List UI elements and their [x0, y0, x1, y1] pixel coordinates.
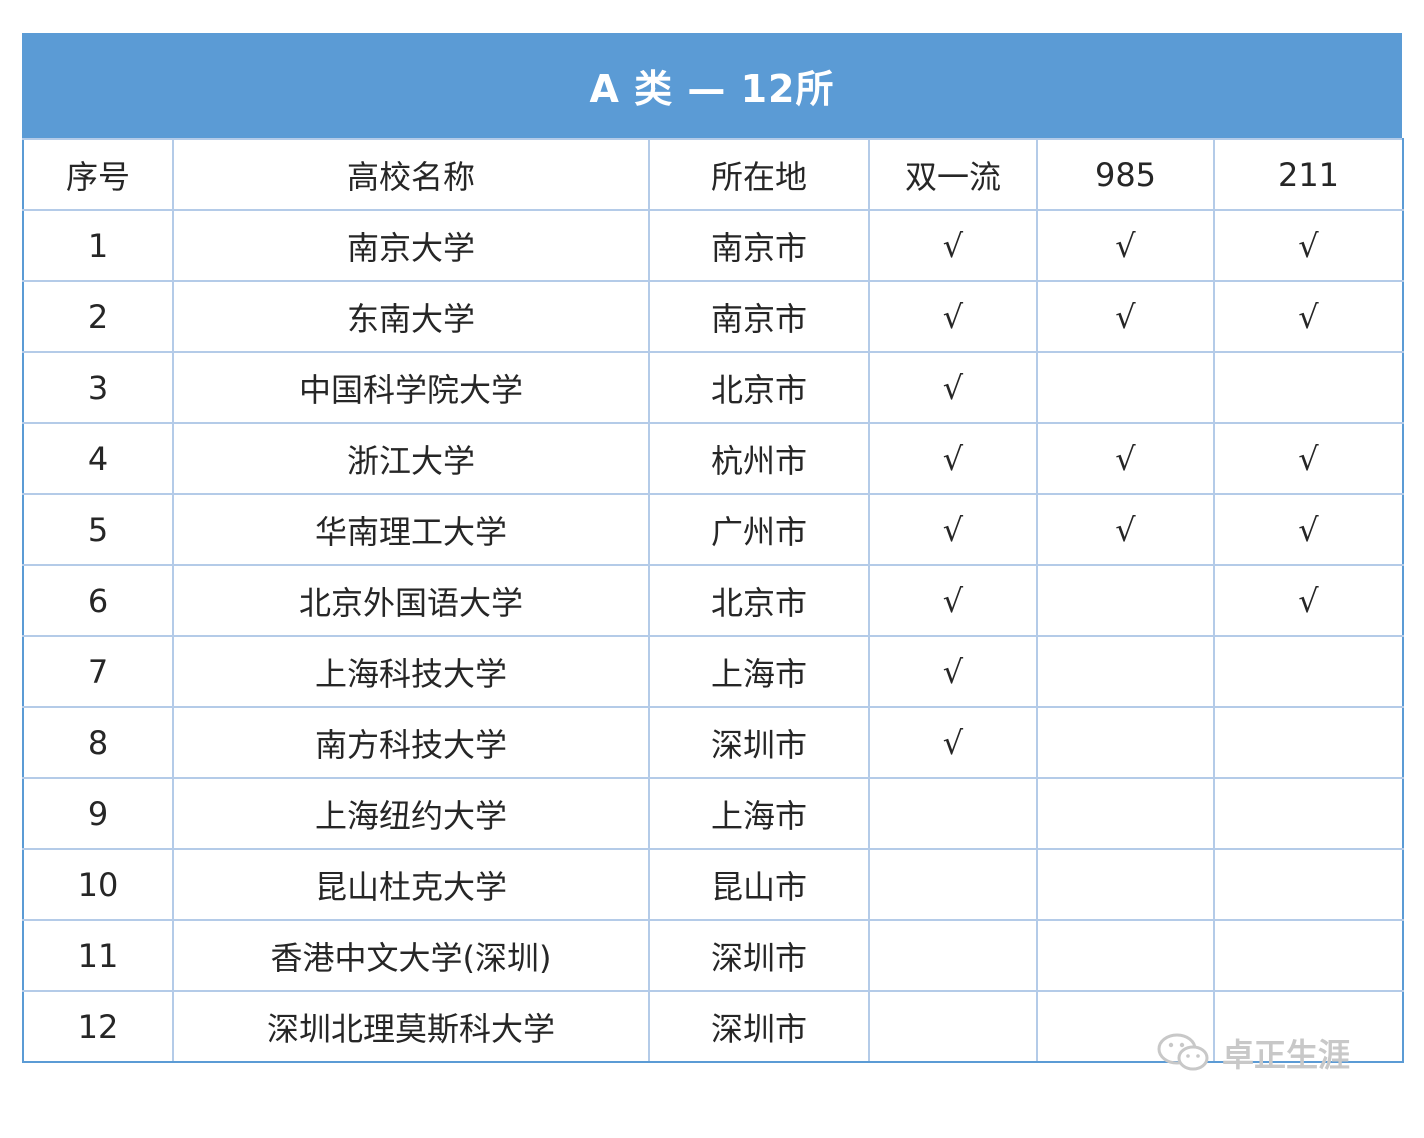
cell-location: 上海市: [648, 635, 870, 708]
table-row: 4 浙江大学 杭州市 √ √ √: [22, 422, 1404, 495]
header-row: 序号 高校名称 所在地 双一流 985 211: [22, 138, 1404, 211]
cell-location: 昆山市: [648, 848, 870, 921]
cell-location: 上海市: [648, 777, 870, 850]
cell-index: 12: [22, 990, 174, 1063]
cell-location: 深圳市: [648, 919, 870, 992]
header-cell-location: 所在地: [648, 138, 870, 211]
cell-211: √: [1213, 280, 1404, 353]
cell-school-name: 香港中文大学(深圳): [172, 919, 650, 992]
cell-index: 1: [22, 209, 174, 282]
school-table-container: A 类 — 12所 序号 高校名称 所在地 双一流 985 211 1 南京大学南…: [22, 33, 1404, 1063]
cell-double-first-class: √: [868, 422, 1038, 495]
cell-school-name: 浙江大学: [172, 422, 650, 495]
cell-211: [1213, 635, 1404, 708]
cell-985: √: [1036, 280, 1215, 353]
cell-985: [1036, 848, 1215, 921]
cell-school-name: 南京大学: [172, 209, 650, 282]
header-cell-211: 211: [1213, 138, 1404, 211]
table-row: 3 中国科学院大学 北京市 √: [22, 351, 1404, 424]
cell-985: [1036, 564, 1215, 637]
cell-985: [1036, 351, 1215, 424]
cell-index: 5: [22, 493, 174, 566]
cell-double-first-class: √: [868, 493, 1038, 566]
cell-school-name: 中国科学院大学: [172, 351, 650, 424]
cell-school-name: 深圳北理莫斯科大学: [172, 990, 650, 1063]
cell-school-name: 北京外国语大学: [172, 564, 650, 637]
cell-index: 7: [22, 635, 174, 708]
cell-location: 南京市: [648, 209, 870, 282]
cell-index: 3: [22, 351, 174, 424]
cell-double-first-class: √: [868, 635, 1038, 708]
header-cell-name: 高校名称: [172, 138, 650, 211]
school-table: 序号 高校名称 所在地 双一流 985 211 1 南京大学 南京市 √ √ √ 2 东南大学…: [22, 138, 1404, 1063]
table-row: 7 上海科技大学 上海市 √: [22, 635, 1404, 708]
cell-index: 6: [22, 564, 174, 637]
cell-985: [1036, 990, 1215, 1063]
cell-school-name: 南方科技大学: [172, 706, 650, 779]
cell-index: 2: [22, 280, 174, 353]
cell-index: 4: [22, 422, 174, 495]
table-row: 11 香港中文大学(深圳) 深圳市: [22, 919, 1404, 992]
cell-location: 北京市: [648, 351, 870, 424]
header-cell-985: 985: [1036, 138, 1215, 211]
cell-location: 北京市: [648, 564, 870, 637]
cell-index: 9: [22, 777, 174, 850]
cell-211: [1213, 990, 1404, 1063]
cell-index: 8: [22, 706, 174, 779]
table-row: 1 南京大学 南京市 √ √ √: [22, 209, 1404, 282]
cell-211: √: [1213, 209, 1404, 282]
cell-211: [1213, 706, 1404, 779]
cell-school-name: 上海纽约大学: [172, 777, 650, 850]
cell-985: [1036, 777, 1215, 850]
cell-school-name: 上海科技大学: [172, 635, 650, 708]
table-row: 2 东南大学 南京市 √ √ √: [22, 280, 1404, 353]
cell-985: [1036, 706, 1215, 779]
cell-location: 杭州市: [648, 422, 870, 495]
cell-location: 深圳市: [648, 990, 870, 1063]
cell-211: √: [1213, 564, 1404, 637]
cell-school-name: 昆山杜克大学: [172, 848, 650, 921]
table-row: 10 昆山杜克大学 昆山市: [22, 848, 1404, 921]
cell-double-first-class: √: [868, 280, 1038, 353]
cell-985: √: [1036, 422, 1215, 495]
cell-211: [1213, 777, 1404, 850]
cell-double-first-class: [868, 777, 1038, 850]
cell-location: 南京市: [648, 280, 870, 353]
table-row: 5 华南理工大学 广州市 √ √ √: [22, 493, 1404, 566]
cell-school-name: 东南大学: [172, 280, 650, 353]
cell-211: [1213, 351, 1404, 424]
cell-double-first-class: √: [868, 209, 1038, 282]
cell-double-first-class: [868, 848, 1038, 921]
cell-location: 深圳市: [648, 706, 870, 779]
table-row: 12 深圳北理莫斯科大学 深圳市: [22, 990, 1404, 1063]
cell-school-name: 华南理工大学: [172, 493, 650, 566]
cell-double-first-class: √: [868, 706, 1038, 779]
table-row: 9 上海纽约大学 上海市: [22, 777, 1404, 850]
cell-index: 10: [22, 848, 174, 921]
cell-double-first-class: [868, 990, 1038, 1063]
cell-985: √: [1036, 493, 1215, 566]
cell-index: 11: [22, 919, 174, 992]
table-body: 序号 高校名称 所在地 双一流 985 211 1 南京大学 南京市 √ √ √ 2 东南大学…: [22, 138, 1404, 1063]
cell-985: √: [1036, 209, 1215, 282]
table-row: 8 南方科技大学 深圳市 √: [22, 706, 1404, 779]
cell-double-first-class: √: [868, 564, 1038, 637]
cell-211: [1213, 848, 1404, 921]
table-row: 6 北京外国语大学 北京市 √ √: [22, 564, 1404, 637]
cell-211: [1213, 919, 1404, 992]
table-title: A 类 — 12所: [22, 33, 1402, 138]
header-cell-index: 序号: [22, 138, 174, 211]
cell-211: √: [1213, 422, 1404, 495]
header-cell-double-first-class: 双一流: [868, 138, 1038, 211]
cell-double-first-class: [868, 919, 1038, 992]
cell-double-first-class: √: [868, 351, 1038, 424]
cell-211: √: [1213, 493, 1404, 566]
cell-985: [1036, 635, 1215, 708]
cell-location: 广州市: [648, 493, 870, 566]
cell-985: [1036, 919, 1215, 992]
